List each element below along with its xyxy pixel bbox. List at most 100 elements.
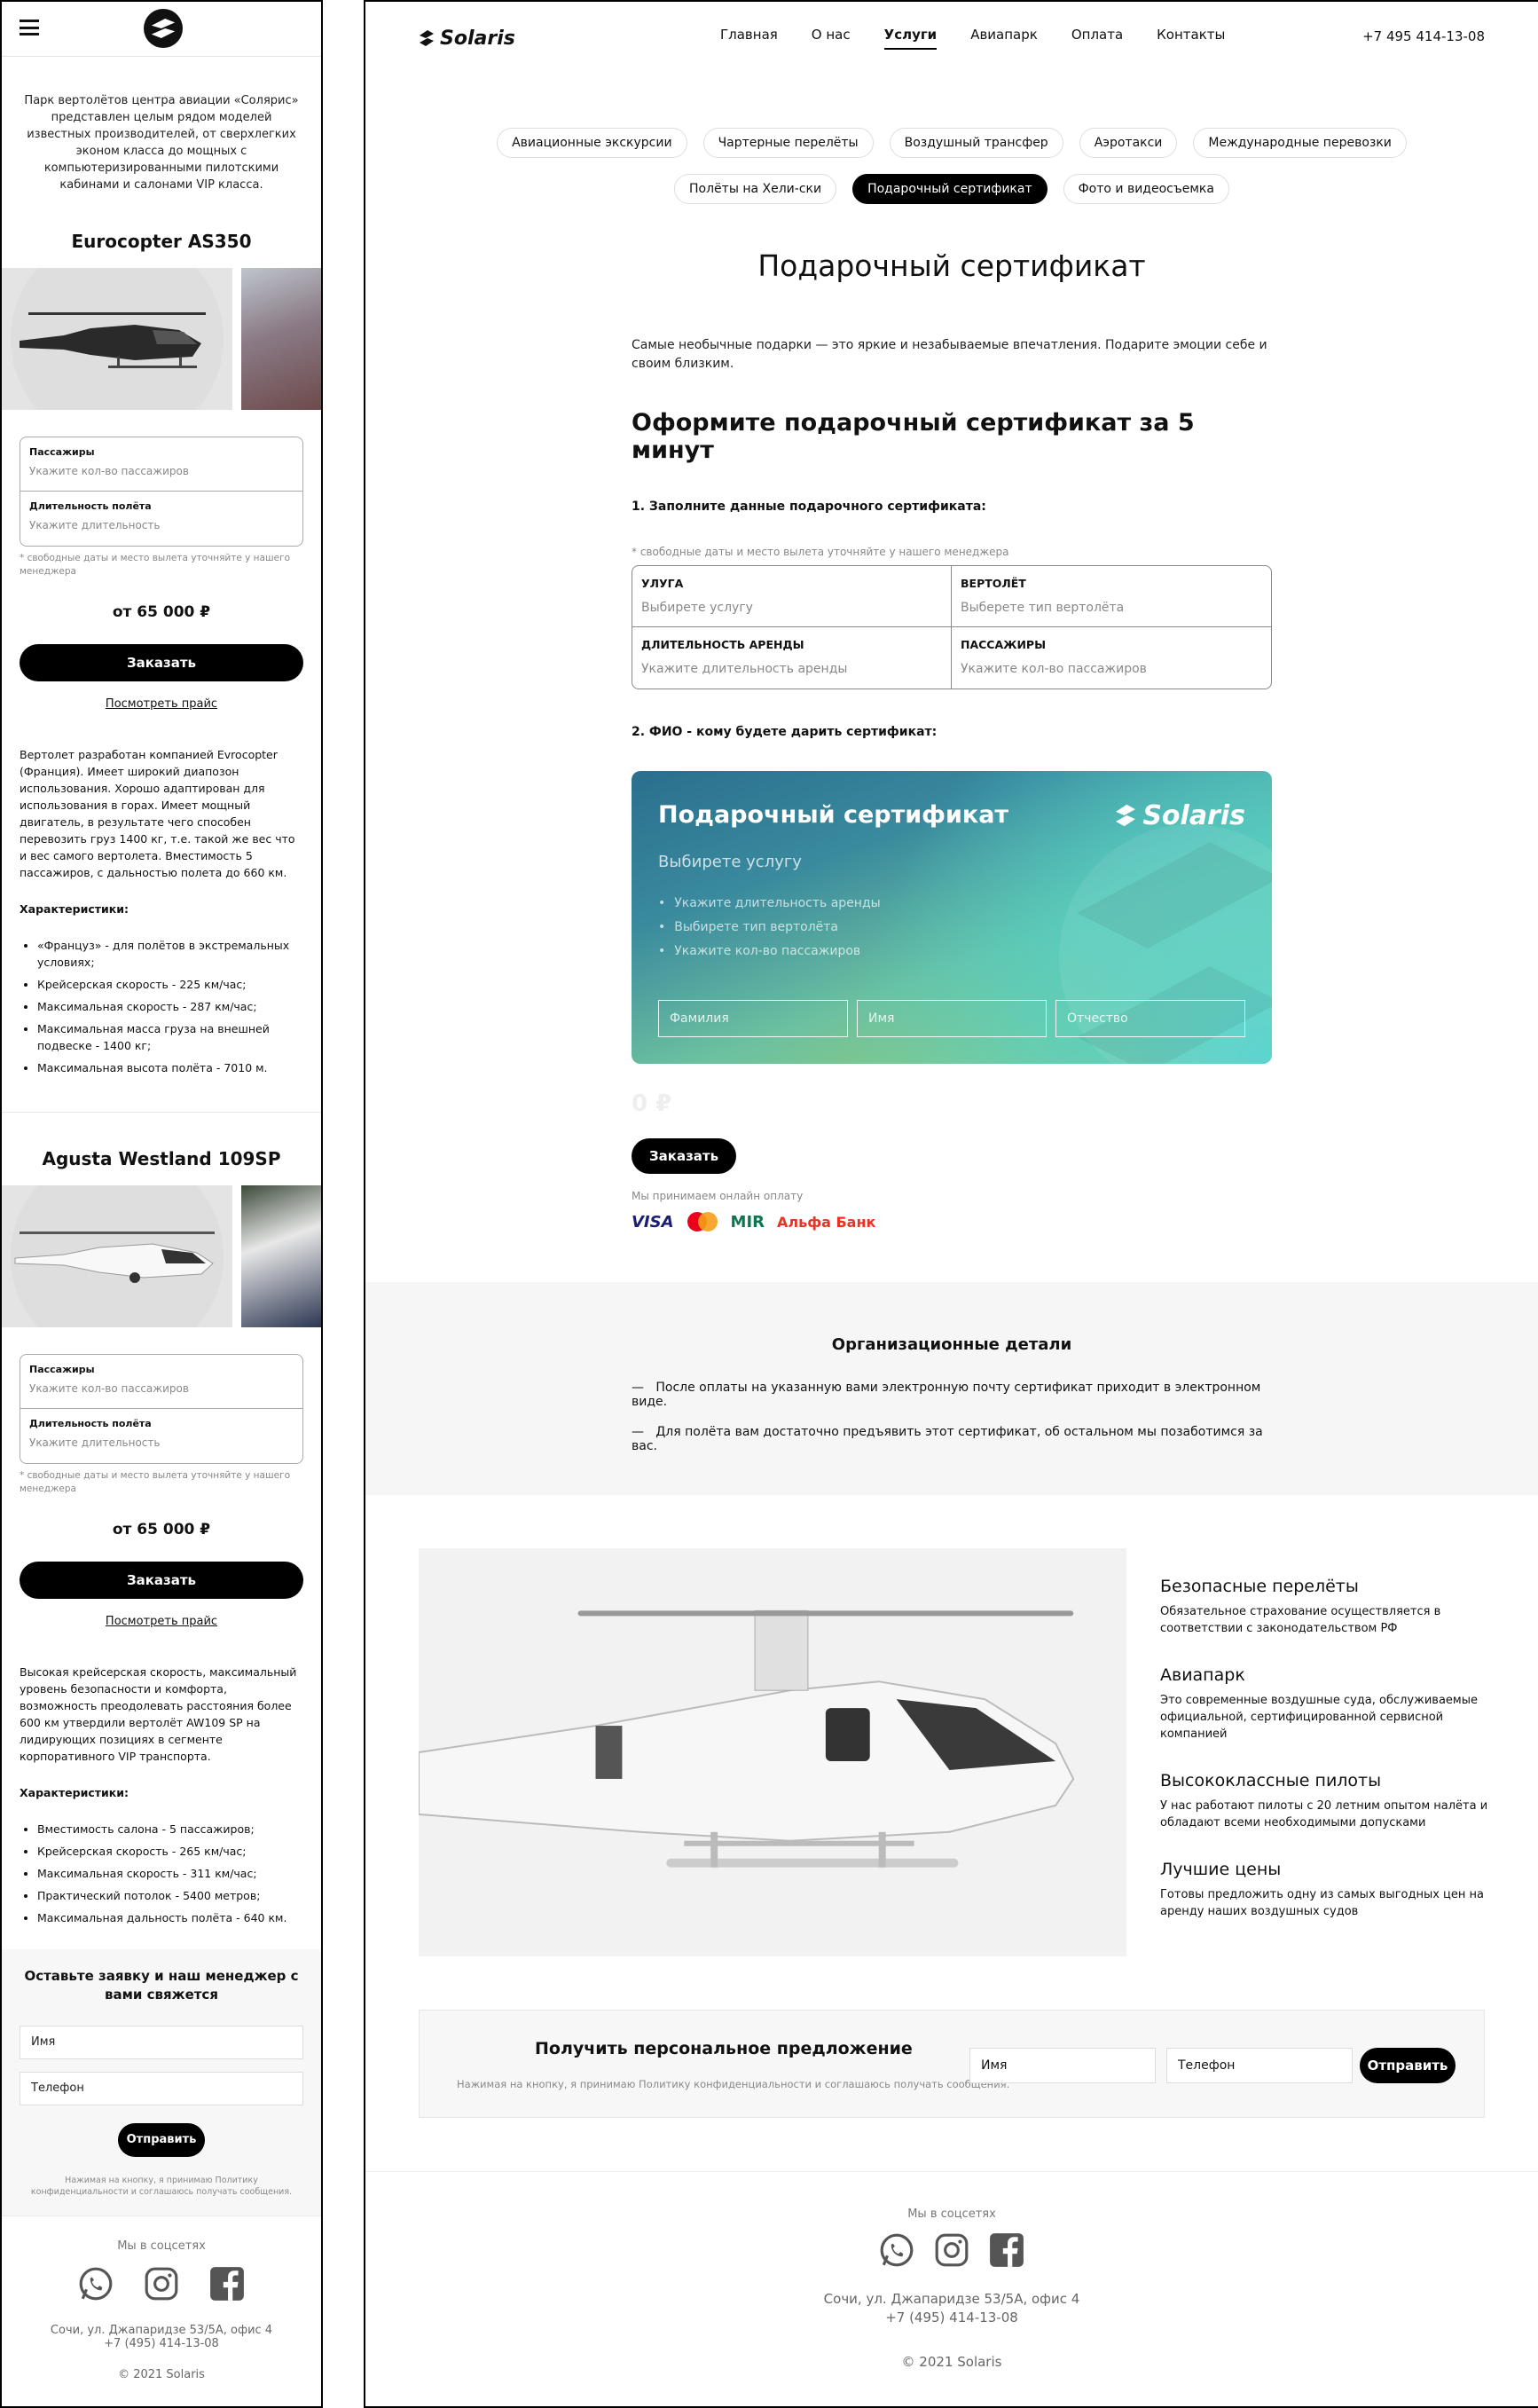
price: от 65 000 ₽ [112, 1521, 211, 1538]
field-label: ВЕРТОЛЁТ [961, 577, 1026, 590]
site-header: Solaris Главная О нас Услуги Авиапарк Оп… [365, 2, 1538, 71]
logo-text: Solaris [440, 27, 515, 50]
footer-phone[interactable]: +7 (495) 414-13-08 [365, 2309, 1538, 2327]
list-item: «Француз» - для полётов в экстремальных … [37, 937, 303, 971]
instagram-icon[interactable] [143, 2265, 180, 2302]
social-links [2, 2265, 321, 2302]
phone-input[interactable]: Телефон [1166, 2048, 1353, 2083]
model-description: Высокая крейсерская скорость, максимальн… [20, 1665, 297, 1763]
surname-input[interactable]: Фамилия [658, 1000, 848, 1037]
duration-field[interactable]: Длительность полёта Укажите длительность [20, 1409, 302, 1463]
mir-logo: MIR [730, 1212, 765, 1232]
tab-heli-ski[interactable]: Полёты на Хели-ски [674, 174, 837, 204]
whatsapp-icon[interactable] [878, 2231, 915, 2269]
list-item: Крейсерская скорость - 225 км/час; [37, 976, 303, 993]
tab-excursions[interactable]: Авиационные экскурсии [497, 128, 687, 158]
patronymic-input[interactable]: Отчество [1055, 1000, 1245, 1037]
helicopter-photo [241, 268, 321, 410]
payment-logos: VISA MIR Альфа Банк [632, 1211, 1272, 1232]
service-select[interactable]: УЛУГА Выбирете услугу [632, 566, 952, 627]
copyright: © 2021 Solaris [118, 2368, 205, 2381]
social-title: Мы в соцсетях [907, 2207, 996, 2221]
social-links [365, 2231, 1538, 2269]
callback-form: Оставьте заявку и наш менеджер с вами св… [2, 1949, 321, 2215]
whatsapp-icon[interactable] [77, 2265, 114, 2302]
alfa-bank-logo: Альфа Банк [777, 1213, 876, 1231]
helicopter-image [419, 1548, 1126, 1956]
step-two-title: 2. ФИО - кому будете дарить сертификат: [632, 725, 938, 739]
nav-item-fleet[interactable]: Авиапарк [970, 27, 1038, 50]
step-one-title: 1. Заполните данные подарочного сертифик… [632, 500, 986, 514]
solaris-logo-icon[interactable] [144, 9, 183, 48]
instagram-icon[interactable] [933, 2231, 970, 2269]
name-input[interactable]: Имя [857, 1000, 1047, 1037]
header-phone[interactable]: +7 495 414-13-08 [1362, 28, 1485, 44]
mastercard-icon [687, 1212, 718, 1232]
passengers-field[interactable]: Пассажиры Укажите кол-во пассажиров [20, 437, 302, 492]
model-title: Agusta Westland 109SP [42, 1148, 281, 1169]
list-item: Крейсерская скорость - 265 км/час; [37, 1843, 303, 1860]
duration-field[interactable]: Длительность полёта Укажите длительность [20, 492, 302, 546]
nav-item-about[interactable]: О нас [812, 27, 851, 50]
field-placeholder: Укажите длительность [29, 1436, 161, 1449]
site-footer: Мы в соцсетях Сочи, ул. Джапаридзе 53/5А… [365, 2171, 1538, 2370]
consent-text: Нажимая на кнопку, я принимаю Политику к… [457, 2078, 1010, 2090]
section-heading: Оформите подарочный сертификат за 5 мину… [632, 409, 1195, 464]
specs-list: Вместимость салона - 5 пассажиров; Крейс… [37, 1821, 303, 1926]
order-button[interactable]: Заказать [632, 1138, 737, 1174]
callback-title: Оставьте заявку и наш менеджер с вами св… [24, 1968, 299, 2003]
send-button[interactable]: Отправить [118, 2123, 205, 2157]
mobile-footer: Мы в соцсетях Сочи, ул. Джапаридзе 53/5А… [2, 2216, 321, 2381]
order-button[interactable]: Заказать [20, 644, 303, 681]
price: от 65 000 ₽ [112, 603, 211, 621]
feature-title: Высококлассные пилоты [1160, 1771, 1382, 1790]
org-item-text: Для полёта вам достаточно предъявить это… [632, 1425, 1263, 1453]
booking-form: Пассажиры Укажите кол-во пассажиров Длите… [20, 437, 303, 547]
tab-international[interactable]: Международные перевозки [1193, 128, 1407, 158]
certificate-logo: Solaris [1114, 798, 1245, 833]
footer-phone[interactable]: +7 (495) 414-13-08 [2, 2337, 321, 2350]
price-list-link[interactable]: Посмотреть прайс [2, 697, 321, 711]
name-input[interactable]: Имя [969, 2048, 1156, 2083]
price-list-link[interactable]: Посмотреть прайс [2, 1615, 321, 1628]
passengers-select[interactable]: ПАССАЖИРЫ Укажите кол-во пассажиров [952, 627, 1271, 689]
model-title: Eurocopter AS350 [71, 231, 252, 252]
address: Сочи, ул. Джапаридзе 53/5А, офис 4 [50, 2324, 273, 2337]
model-gallery[interactable] [2, 268, 321, 410]
send-button[interactable]: Отправить [1360, 2048, 1456, 2083]
nav-item-home[interactable]: Главная [720, 27, 778, 50]
tab-transfer[interactable]: Воздушный трансфер [889, 128, 1063, 158]
feature-text: Готовы предложить одну из самых выгодных… [1160, 1888, 1484, 1918]
field-placeholder: Выбирете услугу [641, 601, 753, 615]
feature-title: Безопасные перелёты [1160, 1577, 1359, 1596]
order-button[interactable]: Заказать [20, 1562, 303, 1599]
certificate-preview: Подарочный сертификат Solaris Выбирете у… [632, 771, 1272, 1064]
nav-item-contacts[interactable]: Контакты [1157, 27, 1225, 50]
tab-aerotaxi[interactable]: Аэротакси [1079, 128, 1178, 158]
features-section: Безопасные перелёты Обязательное страхов… [365, 1548, 1538, 1956]
nav-item-services[interactable]: Услуги [883, 27, 938, 50]
solaris-logo[interactable]: Solaris [419, 25, 515, 51]
phone-input[interactable]: Телефон [20, 2072, 303, 2105]
dates-note: * свободные даты и место вылета уточняйт… [632, 546, 1009, 558]
field-label: Длительность полёта [29, 1418, 152, 1429]
helicopter-select[interactable]: ВЕРТОЛЁТ Выберете тип вертолёта [952, 566, 1271, 627]
tab-gift-certificate[interactable]: Подарочный сертификат [852, 174, 1048, 204]
mobile-view: Парк вертолётов центра авиации «Солярис»… [0, 0, 323, 2408]
intro-text: Самые необычные подарки — это яркие и не… [632, 338, 1267, 371]
field-placeholder: Укажите кол-во пассажиров [29, 465, 189, 477]
duration-select[interactable]: ДЛИТЕЛЬНОСТЬ АРЕНДЫ Укажите длительность … [632, 627, 952, 689]
tab-charter[interactable]: Чартерные перелёты [702, 128, 874, 158]
tab-photo-video[interactable]: Фото и видеосъемка [1063, 174, 1229, 204]
desktop-view: Solaris Главная О нас Услуги Авиапарк Оп… [364, 0, 1538, 2408]
facebook-icon[interactable] [988, 2231, 1025, 2269]
facebook-icon[interactable] [208, 2265, 246, 2302]
helicopter-photo [2, 1185, 232, 1327]
passengers-field[interactable]: Пассажиры Укажите кол-во пассажиров [20, 1355, 302, 1409]
model-gallery[interactable] [2, 1185, 321, 1327]
menu-icon[interactable] [20, 20, 39, 35]
nav-item-payment[interactable]: Оплата [1071, 27, 1123, 50]
name-input[interactable]: Имя [20, 2026, 303, 2059]
field-placeholder: Выберете тип вертолёта [961, 601, 1125, 615]
model-card: Eurocopter AS350 Пассажиры Укажите кол-во… [2, 231, 321, 1076]
